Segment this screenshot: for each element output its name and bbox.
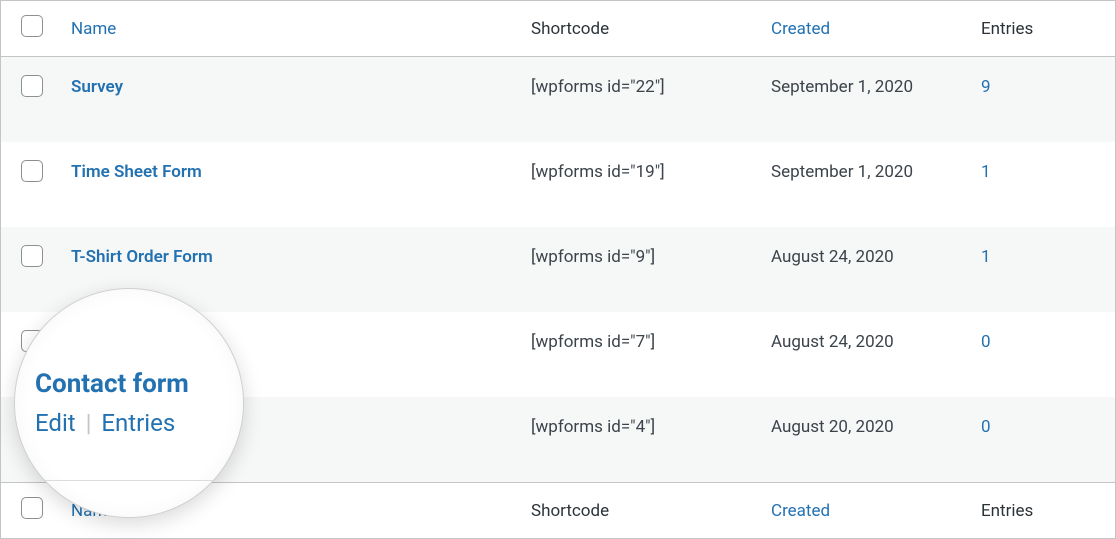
separator: | <box>82 409 96 437</box>
table-row: Time Sheet Form [wpforms id="19"] Septem… <box>1 142 1115 227</box>
entries-link[interactable]: 0 <box>981 417 991 437</box>
table-row: Survey [wpforms id="22"] September 1, 20… <box>1 57 1115 143</box>
shortcode-text: [wpforms id="19"] <box>531 162 665 182</box>
magnified-divider <box>15 480 243 481</box>
shortcode-text: [wpforms id="9"] <box>531 247 655 267</box>
magnified-action-edit[interactable]: Edit <box>35 409 76 437</box>
magnifier-lens: Contact form Edit | Entries <box>14 288 244 518</box>
entries-link[interactable]: 0 <box>981 332 991 352</box>
footer-entries: Entries <box>971 483 1115 539</box>
entries-link[interactable]: 1 <box>981 162 991 182</box>
magnified-row-actions: Edit | Entries <box>35 409 243 437</box>
table-header-row: Name Shortcode Created Entries <box>1 1 1115 57</box>
header-name: Name <box>61 1 521 57</box>
form-name-link[interactable]: T-Shirt Order Form <box>71 247 213 267</box>
footer-checkbox-cell <box>1 483 61 539</box>
created-text: August 20, 2020 <box>771 417 894 437</box>
sort-created-link-footer[interactable]: Created <box>771 501 830 521</box>
row-checkbox[interactable] <box>21 160 43 182</box>
sort-name-link[interactable]: Name <box>71 19 116 39</box>
header-created: Created <box>761 1 971 57</box>
shortcode-text: [wpforms id="7"] <box>531 332 655 352</box>
sort-created-link[interactable]: Created <box>771 19 830 39</box>
magnified-action-entries[interactable]: Entries <box>101 409 175 437</box>
entries-link[interactable]: 9 <box>981 77 991 97</box>
magnified-form-name[interactable]: Contact form <box>35 369 243 399</box>
entries-link[interactable]: 1 <box>981 247 991 267</box>
created-text: August 24, 2020 <box>771 247 894 267</box>
select-all-checkbox[interactable] <box>21 15 43 37</box>
created-text: September 1, 2020 <box>771 77 913 97</box>
shortcode-text: [wpforms id="22"] <box>531 77 665 97</box>
header-shortcode: Shortcode <box>521 1 761 57</box>
form-name-link[interactable]: Time Sheet Form <box>71 162 202 182</box>
select-all-checkbox-footer[interactable] <box>21 497 43 519</box>
created-text: September 1, 2020 <box>771 162 913 182</box>
shortcode-text: [wpforms id="4"] <box>531 417 655 437</box>
row-checkbox[interactable] <box>21 75 43 97</box>
form-name-link[interactable]: Survey <box>71 77 123 97</box>
header-entries: Entries <box>971 1 1115 57</box>
row-checkbox[interactable] <box>21 245 43 267</box>
header-checkbox-cell <box>1 1 61 57</box>
footer-created: Created <box>761 483 971 539</box>
created-text: August 24, 2020 <box>771 332 894 352</box>
footer-shortcode: Shortcode <box>521 483 761 539</box>
